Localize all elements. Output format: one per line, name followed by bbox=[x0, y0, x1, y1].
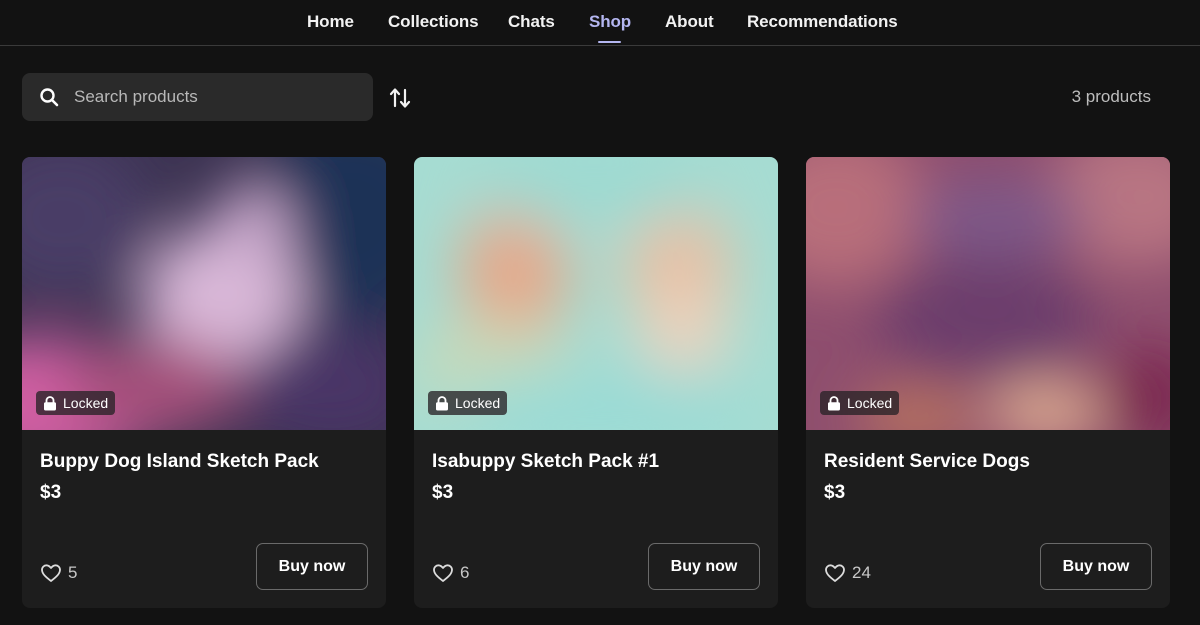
like-button[interactable]: 24 bbox=[824, 561, 871, 585]
heart-icon bbox=[825, 564, 845, 582]
nav-item-collections[interactable]: Collections bbox=[388, 12, 479, 34]
buy-now-button[interactable]: Buy now bbox=[256, 543, 368, 590]
nav-item-shop[interactable]: Shop bbox=[589, 12, 631, 34]
blurred-preview-image bbox=[414, 157, 778, 430]
product-price: $3 bbox=[432, 482, 454, 503]
product-price: $3 bbox=[40, 482, 62, 503]
search-bar[interactable] bbox=[22, 73, 373, 121]
locked-label: Locked bbox=[455, 395, 501, 411]
product-image[interactable]: Locked bbox=[414, 157, 778, 430]
nav-item-home[interactable]: Home bbox=[307, 12, 354, 34]
product-card[interactable]: Locked Isabuppy Sketch Pack #1 $3 6 Buy … bbox=[414, 157, 778, 608]
lock-icon bbox=[44, 395, 56, 410]
locked-label: Locked bbox=[847, 395, 893, 411]
top-navigation: Home Collections Chats Shop About Recomm… bbox=[0, 0, 1200, 46]
product-title[interactable]: Buppy Dog Island Sketch Pack bbox=[40, 451, 319, 473]
product-count: 3 products bbox=[1071, 87, 1151, 106]
active-tab-indicator bbox=[598, 41, 621, 43]
like-count: 24 bbox=[852, 563, 871, 582]
nav-item-recommendations[interactable]: Recommendations bbox=[747, 12, 898, 34]
heart-icon bbox=[41, 564, 61, 582]
lock-icon bbox=[436, 395, 448, 410]
product-image[interactable]: Locked bbox=[22, 157, 386, 430]
buy-now-button[interactable]: Buy now bbox=[648, 543, 760, 590]
locked-badge: Locked bbox=[428, 391, 508, 415]
blurred-preview-image bbox=[806, 157, 1170, 430]
product-card[interactable]: Locked Buppy Dog Island Sketch Pack $3 5… bbox=[22, 157, 386, 608]
product-card[interactable]: Locked Resident Service Dogs $3 24 Buy n… bbox=[806, 157, 1170, 608]
buy-now-button[interactable]: Buy now bbox=[1040, 543, 1152, 590]
blurred-preview-image bbox=[22, 157, 386, 430]
search-input[interactable] bbox=[74, 73, 364, 121]
locked-label: Locked bbox=[63, 395, 109, 411]
search-icon bbox=[40, 88, 59, 107]
product-price: $3 bbox=[824, 482, 846, 503]
locked-badge: Locked bbox=[820, 391, 900, 415]
product-image[interactable]: Locked bbox=[806, 157, 1170, 430]
nav-item-chats[interactable]: Chats bbox=[508, 12, 555, 34]
like-button[interactable]: 6 bbox=[432, 561, 469, 585]
product-title[interactable]: Isabuppy Sketch Pack #1 bbox=[432, 451, 659, 473]
like-button[interactable]: 5 bbox=[40, 561, 77, 585]
nav-item-about[interactable]: About bbox=[665, 12, 714, 34]
heart-icon bbox=[433, 564, 453, 582]
lock-icon bbox=[828, 395, 840, 410]
like-count: 6 bbox=[460, 563, 470, 582]
like-count: 5 bbox=[68, 563, 78, 582]
sort-arrows-icon[interactable] bbox=[386, 84, 414, 112]
locked-badge: Locked bbox=[36, 391, 116, 415]
product-title[interactable]: Resident Service Dogs bbox=[824, 451, 1030, 473]
